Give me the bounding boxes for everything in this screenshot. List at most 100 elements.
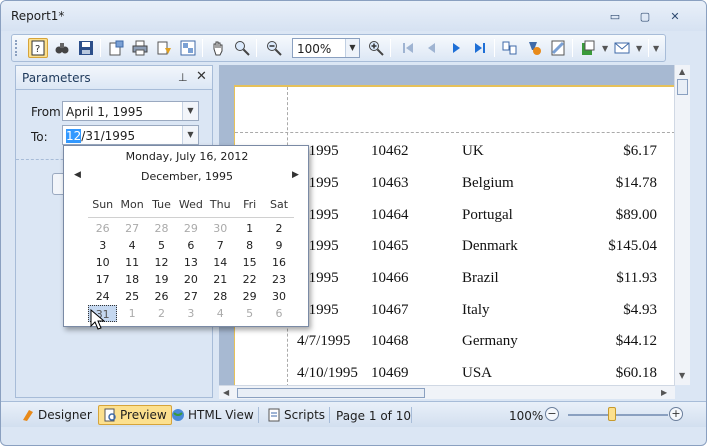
export-icon[interactable] xyxy=(578,38,598,58)
scroll-down-icon[interactable]: ▼ xyxy=(679,371,685,380)
zoom-combo[interactable]: 100% ▼ xyxy=(292,38,360,58)
calendar-day[interactable]: 17 xyxy=(88,271,117,288)
calendar-day[interactable]: 23 xyxy=(264,271,293,288)
calendar-day[interactable]: 3 xyxy=(176,305,205,322)
calendar-day[interactable]: 9 xyxy=(264,237,293,254)
multiple-pages-icon[interactable] xyxy=(500,38,520,58)
zoom-in-button[interactable]: + xyxy=(669,407,683,421)
to-dropdown-icon[interactable]: ▼ xyxy=(182,126,198,144)
calendar-day[interactable]: 19 xyxy=(147,271,176,288)
to-label: To: xyxy=(31,130,48,144)
calendar-day[interactable]: 1 xyxy=(235,220,264,237)
preview-tab[interactable]: Preview xyxy=(98,405,172,425)
calendar-day[interactable]: 6 xyxy=(264,305,293,322)
parameters-toggle-icon[interactable]: ? xyxy=(28,38,48,58)
send-dropdown-icon[interactable]: ▼ xyxy=(636,44,642,53)
zoom-in-icon[interactable] xyxy=(366,38,386,58)
calendar-day[interactable]: 27 xyxy=(117,220,146,237)
calendar-day[interactable]: 13 xyxy=(176,254,205,271)
print-icon[interactable] xyxy=(130,38,150,58)
calendar-day[interactable]: 30 xyxy=(264,288,293,305)
report-order-cell: 10468 xyxy=(371,333,409,349)
vertical-scrollbar[interactable]: ▲ ▼ xyxy=(674,65,690,385)
horizontal-scrollbar[interactable]: ◀ ▶ xyxy=(219,385,675,399)
calendar-today-button[interactable]: Monday, July 16, 2012 xyxy=(64,150,310,163)
thumbnails-icon[interactable] xyxy=(178,38,198,58)
calendar-day[interactable]: 11 xyxy=(117,254,146,271)
calendar-day[interactable]: 18 xyxy=(117,271,146,288)
horizontal-scroll-thumb[interactable] xyxy=(237,388,425,398)
scroll-up-icon[interactable]: ▲ xyxy=(679,67,685,76)
close-window-button[interactable]: ✕ xyxy=(666,10,684,24)
calendar-day[interactable]: 22 xyxy=(235,271,264,288)
calendar-day[interactable]: 12 xyxy=(147,254,176,271)
weekday-label: Sun xyxy=(92,198,114,211)
restore-button[interactable]: ▢ xyxy=(636,10,654,24)
calendar-day[interactable]: 1 xyxy=(117,305,146,322)
minimize-button[interactable]: ▭ xyxy=(606,10,624,24)
calendar-day[interactable]: 10 xyxy=(88,254,117,271)
zoom-out-button[interactable]: − xyxy=(545,407,559,421)
calendar-day[interactable]: 4 xyxy=(206,305,235,322)
calendar-day[interactable]: 30 xyxy=(206,220,235,237)
previous-page-icon[interactable] xyxy=(422,38,442,58)
toolbar-grip[interactable] xyxy=(15,40,18,56)
calendar-day[interactable]: 4 xyxy=(117,237,146,254)
toolbar-overflow-icon[interactable]: ▼ xyxy=(653,44,659,53)
calendar-day[interactable]: 27 xyxy=(176,288,205,305)
quick-print-icon[interactable] xyxy=(154,38,174,58)
calendar-day[interactable]: 29 xyxy=(176,220,205,237)
first-page-icon[interactable] xyxy=(398,38,418,58)
zoom-dropdown-icon[interactable]: ▼ xyxy=(345,39,359,57)
calendar-day[interactable]: 2 xyxy=(147,305,176,322)
calendar-day[interactable]: 29 xyxy=(235,288,264,305)
close-panel-icon[interactable]: ✕ xyxy=(196,69,207,84)
svg-text:?: ? xyxy=(35,44,40,55)
calendar-day[interactable]: 25 xyxy=(117,288,146,305)
send-email-icon[interactable] xyxy=(612,38,632,58)
last-page-icon[interactable] xyxy=(470,38,490,58)
export-dropdown-icon[interactable]: ▼ xyxy=(602,44,608,53)
zoom-out-icon[interactable] xyxy=(264,38,284,58)
from-dropdown-icon[interactable]: ▼ xyxy=(182,102,198,120)
calendar-day[interactable]: 24 xyxy=(88,288,117,305)
calendar-day[interactable]: 5 xyxy=(147,237,176,254)
calendar-day[interactable]: 15 xyxy=(235,254,264,271)
scroll-right-icon[interactable]: ▶ xyxy=(661,388,667,397)
magnifier-icon[interactable] xyxy=(232,38,252,58)
scroll-left-icon[interactable]: ◀ xyxy=(223,388,229,397)
toolbar-separator xyxy=(648,39,649,57)
watermark-icon[interactable] xyxy=(548,38,568,58)
calendar-day[interactable]: 28 xyxy=(206,288,235,305)
calendar-day[interactable]: 28 xyxy=(147,220,176,237)
calendar-day[interactable]: 5 xyxy=(235,305,264,322)
background-color-icon[interactable] xyxy=(524,38,544,58)
calendar-day[interactable]: 20 xyxy=(176,271,205,288)
pin-icon[interactable]: ⊥ xyxy=(178,71,188,84)
calendar-day[interactable]: 7 xyxy=(206,237,235,254)
calendar-day[interactable]: 26 xyxy=(88,220,117,237)
report-country-cell: Brazil xyxy=(462,270,499,286)
designer-tab[interactable]: Designer xyxy=(17,405,96,425)
zoom-slider-thumb[interactable] xyxy=(608,407,616,421)
find-icon[interactable] xyxy=(52,38,72,58)
calendar-day[interactable]: 14 xyxy=(206,254,235,271)
zoom-slider-track[interactable] xyxy=(568,414,668,416)
calendar-day[interactable]: 16 xyxy=(264,254,293,271)
html-view-tab[interactable]: HTML View xyxy=(167,405,258,425)
vertical-scroll-thumb[interactable] xyxy=(677,79,688,95)
save-icon[interactable] xyxy=(76,38,96,58)
calendar-day[interactable]: 21 xyxy=(206,271,235,288)
calendar-day[interactable]: 8 xyxy=(235,237,264,254)
calendar-day[interactable]: 6 xyxy=(176,237,205,254)
calendar-day[interactable]: 3 xyxy=(88,237,117,254)
to-date-field[interactable]: 12/31/1995 ▼ xyxy=(62,125,199,145)
from-date-field[interactable]: April 1, 1995 ▼ xyxy=(62,101,199,121)
calendar-day[interactable]: 26 xyxy=(147,288,176,305)
hand-tool-icon[interactable] xyxy=(208,38,228,58)
next-month-icon[interactable]: ▶ xyxy=(292,170,299,180)
next-page-icon[interactable] xyxy=(446,38,466,58)
calendar-day[interactable]: 2 xyxy=(264,220,293,237)
scripts-tab[interactable]: Scripts xyxy=(263,405,329,425)
page-setup-icon[interactable] xyxy=(106,38,126,58)
